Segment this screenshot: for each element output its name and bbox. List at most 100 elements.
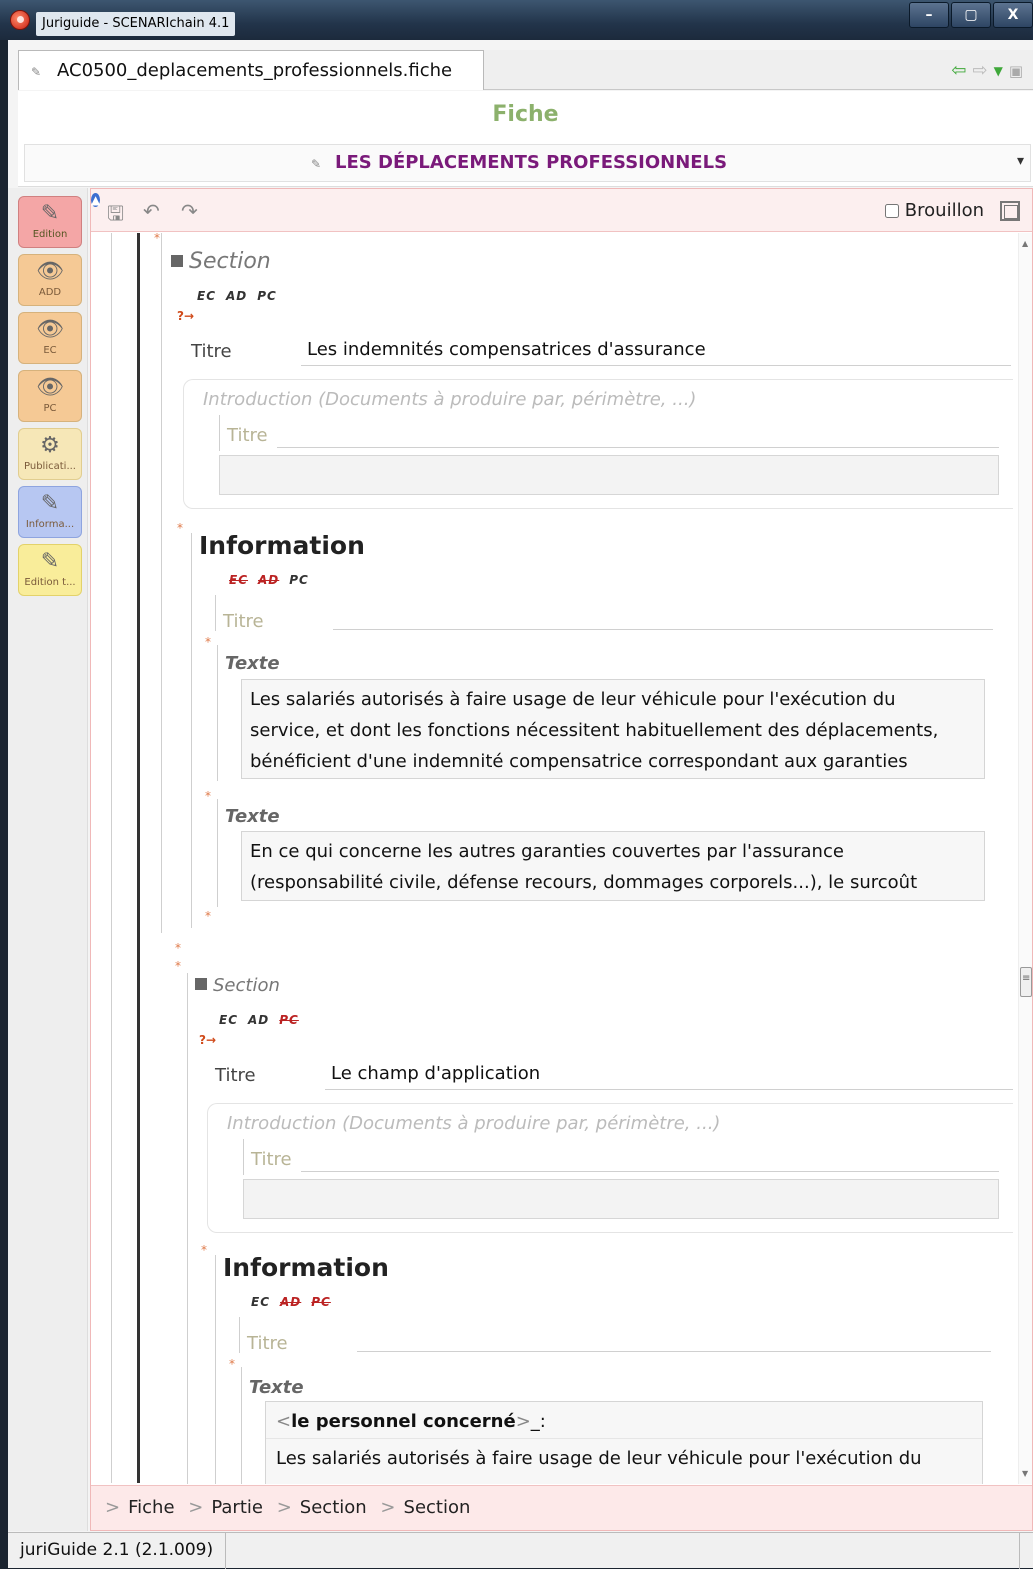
tree-line (217, 645, 218, 781)
audience-badges[interactable]: EC AD PC (251, 1295, 341, 1309)
breadcrumb-separator: > (188, 1497, 204, 1518)
titre-label: Titre (215, 1065, 256, 1086)
mode-edition[interactable]: ✎ Edition (18, 196, 82, 248)
tree-line (239, 1317, 240, 1353)
view-menu-icon[interactable]: ▣ (1009, 62, 1023, 80)
breadcrumb-separator: > (276, 1497, 292, 1518)
badge-pc: PC (279, 1013, 299, 1027)
breadcrumb-item-section[interactable]: Section (300, 1497, 367, 1518)
maximize-button[interactable]: ▢ (951, 2, 991, 28)
breadcrumb-item-fiche[interactable]: Fiche (128, 1497, 174, 1518)
history-dropdown-icon[interactable]: ▼ (994, 64, 1003, 78)
titre-label: Titre (191, 341, 232, 362)
document-tab-label: AC0500_deplacements_professionnels.fiche (57, 60, 453, 81)
link-arrow-icon[interactable]: ?→ (177, 309, 194, 323)
tree-line (161, 233, 162, 933)
status-slot (1019, 1533, 1033, 1569)
app-client: ✎ AC0500_deplacements_professionnels.fic… (8, 40, 1033, 1569)
status-bar: juriGuide 2.1 (2.1.009) (8, 1532, 1033, 1569)
close-button[interactable]: X (993, 2, 1033, 28)
titre-input[interactable]: Le champ d'application (331, 1063, 540, 1084)
brouillon-checkbox[interactable] (884, 204, 899, 218)
history-nav: ⇦ ⇨ ▼ ▣ (951, 60, 1023, 81)
navigate-up-icon[interactable]: ▲ (91, 193, 101, 207)
undo-icon[interactable]: ↶ (143, 199, 160, 223)
pencil-icon: ✎ (31, 65, 42, 79)
vertical-scrollbar[interactable]: ▲ ▼ (1018, 233, 1032, 1484)
required-marker: * (201, 1243, 207, 1257)
badge-ad: AD (280, 1295, 302, 1309)
badge-pc: PC (289, 573, 309, 587)
mode-add[interactable]: 👁 ADD (18, 254, 82, 306)
text-line: En ce qui concerne les autres garanties … (250, 841, 844, 862)
required-marker: * (205, 635, 211, 649)
intro-text-field[interactable] (243, 1179, 999, 1219)
tree-line (215, 1255, 216, 1484)
scroll-down-icon[interactable]: ▼ (1022, 1469, 1028, 1478)
information-title: Information (199, 531, 365, 560)
mode-publication[interactable]: ⚙ Publicati... (18, 428, 82, 480)
mode-ec[interactable]: 👁 EC (18, 312, 82, 364)
info-titre-label: Titre (247, 1333, 288, 1354)
badge-ad: AD (226, 289, 248, 303)
breadcrumb-item-partie[interactable]: Partie (211, 1497, 263, 1518)
titre-underline (301, 365, 1011, 366)
info-titre-underline[interactable] (333, 629, 993, 630)
scroll-thumb[interactable] (1020, 967, 1032, 997)
tree-line (187, 973, 188, 1484)
document-tab[interactable]: ✎ AC0500_deplacements_professionnels.fic… (18, 50, 484, 90)
tree-line (217, 799, 218, 907)
audience-badges[interactable]: EC AD PC (229, 573, 319, 587)
editor-panel: 🖫 ↶ ↷ ▲ Brouillon * Section EC AD PC ?→ Ti… (90, 188, 1033, 1531)
dropdown-caret-icon[interactable]: ▾ (1017, 153, 1024, 169)
titre-input[interactable]: Les indemnités compensatrices d'assuranc… (307, 339, 706, 360)
mode-sidebar: ✎ Edition 👁 ADD 👁 EC 👁 PC ⚙ Publicati...… (8, 188, 88, 1531)
intro-titre-underline[interactable] (277, 447, 999, 448)
minimize-button[interactable]: – (909, 2, 949, 28)
texte-body[interactable]: Les salariés autorisés à faire usage de … (241, 679, 985, 779)
brouillon-toggle[interactable]: Brouillon (884, 200, 984, 221)
eye-icon: 👁 (36, 375, 64, 400)
badge-ec: EC (229, 573, 249, 587)
mode-pc[interactable]: 👁 PC (18, 370, 82, 422)
mode-edition-text[interactable]: ✎ Edition t... (18, 544, 82, 596)
pencil-icon: ✎ (311, 157, 322, 171)
intro-text-field[interactable] (219, 455, 999, 495)
audience-badges[interactable]: EC AD PC (219, 1013, 309, 1027)
document-title-bar[interactable]: ✎ LES DÉPLACEMENTS PROFESSIONNELS ▾ (24, 144, 1031, 182)
scroll-up-icon[interactable]: ▲ (1022, 239, 1028, 248)
required-marker: * (175, 959, 181, 973)
breadcrumb-item-section-current[interactable]: Section (404, 1497, 471, 1518)
texte-body[interactable]: <le personnel concerné>_: Les salariés a… (265, 1401, 983, 1484)
back-arrow-icon[interactable]: ⇦ (951, 60, 966, 81)
texte-body[interactable]: En ce qui concerne les autres garanties … (241, 831, 985, 901)
badge-ec: EC (197, 289, 217, 303)
forward-arrow-icon[interactable]: ⇨ (972, 60, 987, 81)
required-marker: * (154, 233, 160, 245)
tree-line (111, 233, 112, 1483)
required-marker: * (175, 941, 181, 955)
tree-line (241, 1367, 242, 1484)
info-titre-underline[interactable] (357, 1351, 991, 1352)
maximize-editor-icon[interactable] (1000, 201, 1020, 221)
tree-line (219, 415, 220, 451)
publish-icon: ⚙ (40, 433, 60, 458)
intro-titre-underline[interactable] (301, 1171, 999, 1172)
badge-ad: AD (258, 573, 280, 587)
titre-underline (325, 1089, 1013, 1090)
window-controls: – ▢ X (907, 2, 1033, 30)
window-titlebar: Juriguide - SCENARIchain 4.1 – ▢ X (0, 0, 1033, 40)
introduction-label: Introduction (Documents à produire par, … (227, 1113, 721, 1134)
required-marker: * (205, 909, 211, 923)
badge-ad: AD (248, 1013, 270, 1027)
redo-icon[interactable]: ↷ (181, 199, 198, 223)
mode-information[interactable]: ✎ Informa... (18, 486, 82, 538)
labelled-paragraph-header: <le personnel concerné>_: (266, 1402, 982, 1439)
required-marker: * (205, 789, 211, 803)
pencil-icon: ✎ (40, 549, 60, 574)
intro-titre-label: Titre (227, 425, 268, 446)
eye-icon: 👁 (36, 259, 64, 284)
audience-badges[interactable]: EC AD PC (197, 289, 287, 303)
link-arrow-icon[interactable]: ?→ (199, 1033, 216, 1047)
save-icon[interactable]: 🖫 (107, 199, 124, 233)
